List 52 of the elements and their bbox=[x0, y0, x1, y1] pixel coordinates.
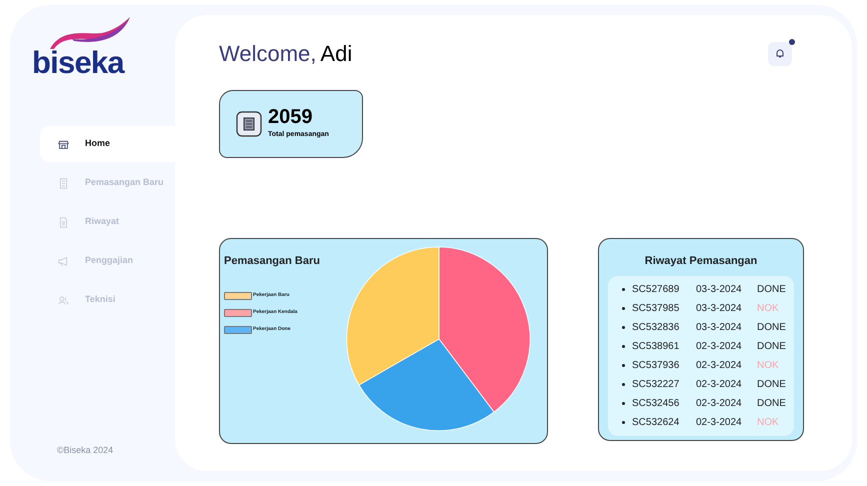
bullet-icon bbox=[622, 344, 625, 348]
record-date: 02-3-2024 bbox=[696, 378, 743, 392]
record-status: DONE bbox=[757, 340, 786, 354]
record-code: SC532456 bbox=[632, 396, 680, 410]
record-date: 02-3-2024 bbox=[696, 340, 743, 354]
bullet-icon bbox=[622, 402, 625, 404]
logo-text: biseka bbox=[32, 47, 126, 78]
user-name: Adi bbox=[320, 40, 352, 68]
bell-icon bbox=[776, 49, 784, 58]
bullet-icon bbox=[622, 306, 625, 310]
users-icon bbox=[58, 294, 69, 306]
record-date: 03-3-2024 bbox=[696, 302, 743, 316]
history-title: Riwayat Pemasangan bbox=[644, 254, 758, 269]
stat-value: 2059 bbox=[268, 107, 314, 128]
bullet-icon bbox=[622, 288, 625, 290]
record-status: DONE bbox=[757, 396, 786, 410]
list-icon bbox=[58, 178, 69, 188]
record-code: SC527689 bbox=[632, 282, 680, 296]
nav-item[interactable]: Teknisi bbox=[40, 282, 175, 318]
record-code: SC532624 bbox=[632, 416, 680, 430]
record-status: NOK bbox=[757, 302, 779, 316]
bullet-icon bbox=[622, 420, 625, 424]
record-code: SC538961 bbox=[632, 340, 680, 354]
bullet-icon bbox=[622, 326, 625, 328]
bullet-icon bbox=[622, 382, 625, 386]
copyright-text: ©Biseka 2024 bbox=[56, 444, 114, 456]
record-date: 02-3-2024 bbox=[696, 358, 743, 372]
nav-item[interactable]: Penggajian bbox=[40, 243, 175, 279]
greeting-text: Welcome, bbox=[219, 40, 316, 68]
record-date: 03-3-2024 bbox=[696, 320, 743, 334]
document-icon bbox=[58, 216, 69, 228]
chart-title: Pemasangan Baru bbox=[224, 254, 321, 269]
record-status: DONE bbox=[757, 378, 786, 392]
document-icon bbox=[236, 111, 262, 137]
record-code: SC537985 bbox=[632, 302, 680, 316]
record-code: SC532227 bbox=[632, 378, 680, 392]
record-status: DONE bbox=[757, 282, 786, 296]
bullet-icon bbox=[622, 364, 625, 366]
nav-item[interactable]: Home bbox=[40, 126, 175, 162]
megaphone-icon bbox=[58, 256, 69, 266]
record-date: 02-3-2024 bbox=[696, 396, 743, 410]
record-date: 03-3-2024 bbox=[696, 282, 743, 296]
nav-item[interactable]: Riwayat bbox=[40, 204, 175, 240]
record-code: SC532836 bbox=[632, 320, 680, 334]
nav-item[interactable]: Pemasangan Baru bbox=[40, 165, 175, 201]
notification-button[interactable] bbox=[768, 42, 792, 66]
record-date: 02-3-2024 bbox=[696, 416, 743, 430]
record-code: SC537936 bbox=[632, 358, 680, 372]
record-status: NOK bbox=[757, 358, 779, 372]
record-status: NOK bbox=[757, 416, 779, 430]
store-icon bbox=[58, 138, 69, 150]
record-status: DONE bbox=[757, 320, 786, 334]
